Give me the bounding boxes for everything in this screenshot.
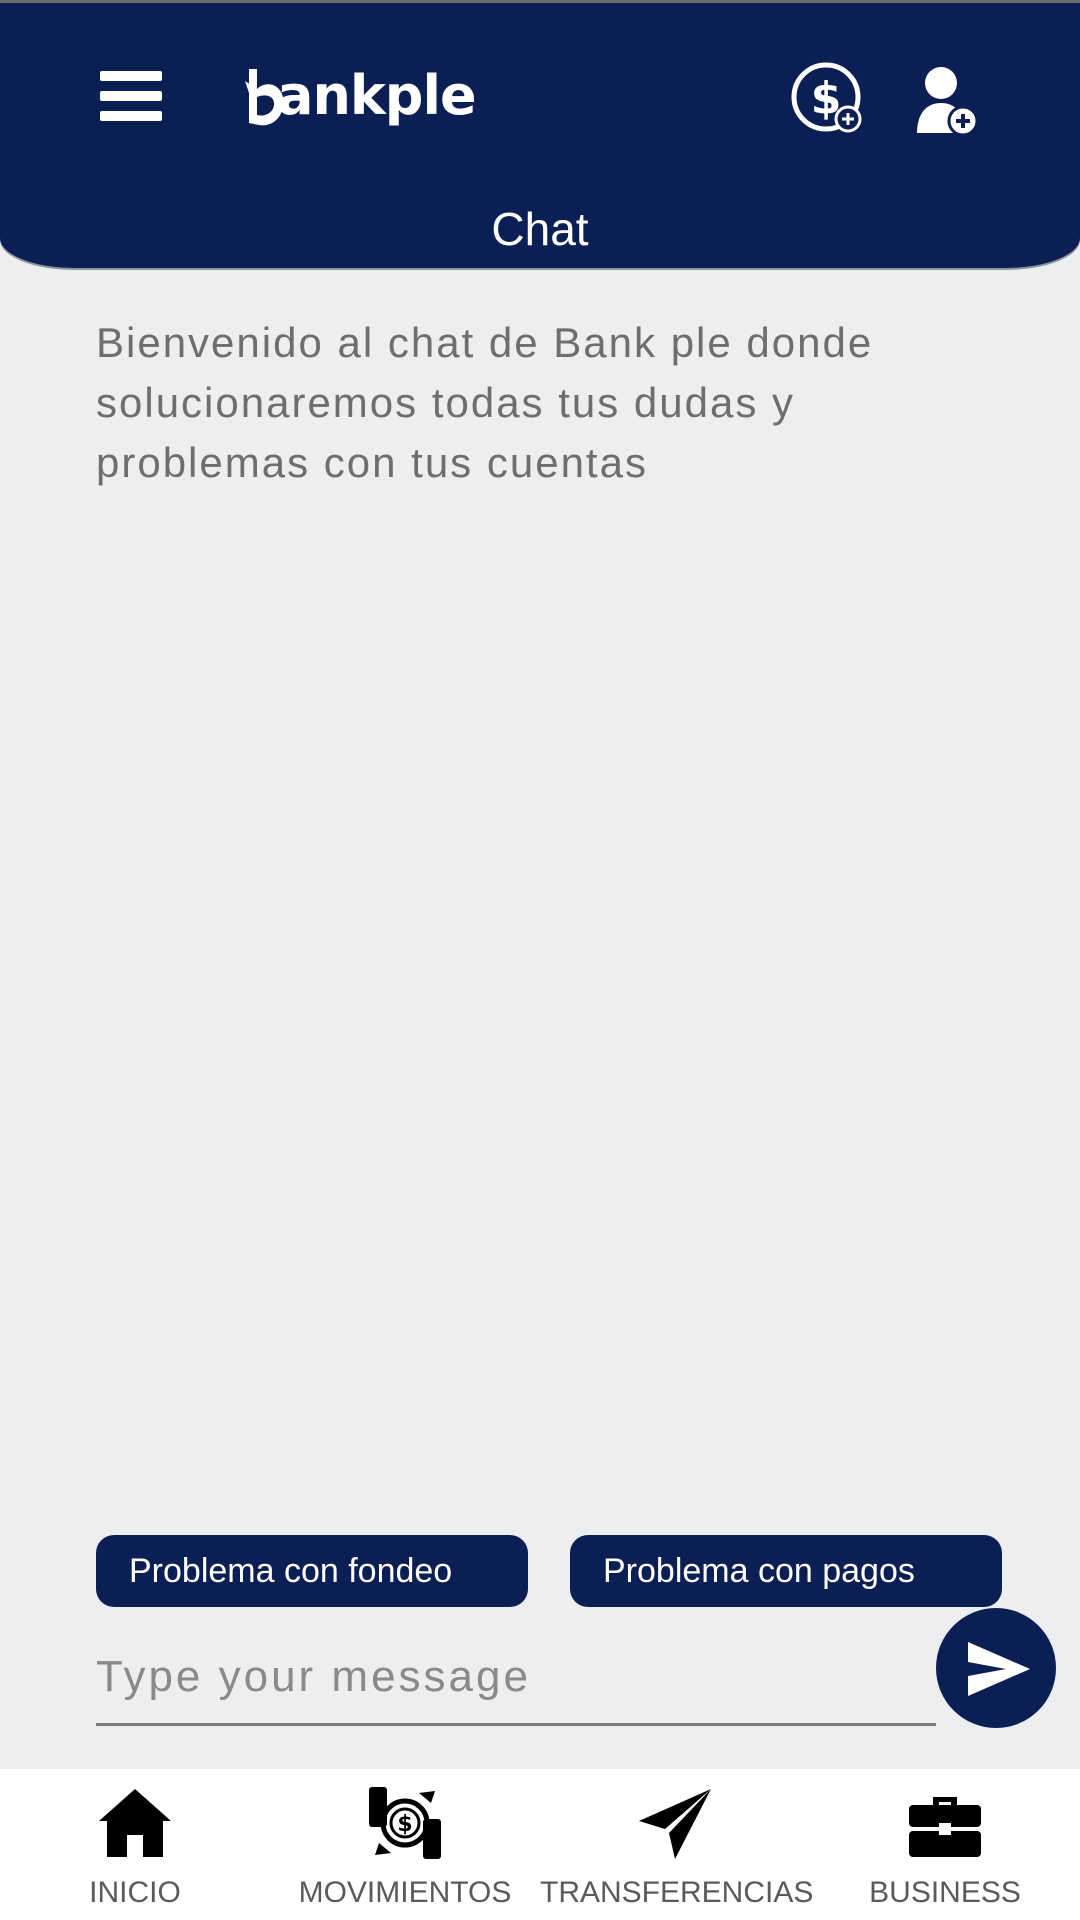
- nav-label: INICIO: [89, 1876, 181, 1909]
- briefcase-icon: [909, 1797, 981, 1857]
- send-icon: [968, 1642, 1030, 1696]
- nav-item-movimientos[interactable]: $ MOVIMIENTOS: [270, 1769, 540, 1920]
- dollar-add-icon: $: [791, 62, 862, 133]
- nav-item-inicio[interactable]: INICIO: [0, 1769, 270, 1920]
- app-header: ankple $ Chat: [0, 3, 1080, 268]
- menu-icon-bar: [100, 91, 162, 101]
- quick-reply-pagos[interactable]: Problema con pagos: [570, 1535, 1002, 1607]
- money-exchange-icon: $: [369, 1787, 441, 1859]
- welcome-message: Bienvenido al chat de Bank ple donde sol…: [96, 319, 874, 486]
- quick-reply-fondeo[interactable]: Problema con fondeo: [96, 1535, 528, 1607]
- message-input[interactable]: [96, 1630, 936, 1726]
- menu-button[interactable]: [100, 69, 162, 125]
- add-user-button[interactable]: [915, 63, 980, 139]
- paper-plane-icon: [639, 1789, 711, 1859]
- home-icon: [99, 1789, 171, 1857]
- menu-icon-bar: [100, 71, 162, 81]
- logo-text: ankple: [277, 64, 477, 127]
- svg-text:$: $: [397, 1812, 412, 1837]
- user-add-icon: [917, 67, 979, 137]
- add-funds-button[interactable]: $: [790, 61, 868, 139]
- nav-item-business[interactable]: BUSINESS: [810, 1769, 1080, 1920]
- menu-icon-bar: [100, 111, 162, 121]
- nav-label: MOVIMIENTOS: [298, 1876, 512, 1909]
- bottom-navigation: INICIO $ MOVIMIENTOS TRANSFERENCIAS BUSI…: [0, 1769, 1080, 1920]
- send-button[interactable]: [936, 1608, 1056, 1728]
- nav-label: BUSINESS: [869, 1876, 1021, 1909]
- nav-label: TRANSFERENCIAS: [540, 1876, 814, 1909]
- chat-screen: ankple $ Chat Bienvenido al chat de Bank…: [0, 0, 1080, 1920]
- page-title: Chat: [491, 203, 589, 255]
- nav-item-transferencias[interactable]: TRANSFERENCIAS: [540, 1769, 814, 1920]
